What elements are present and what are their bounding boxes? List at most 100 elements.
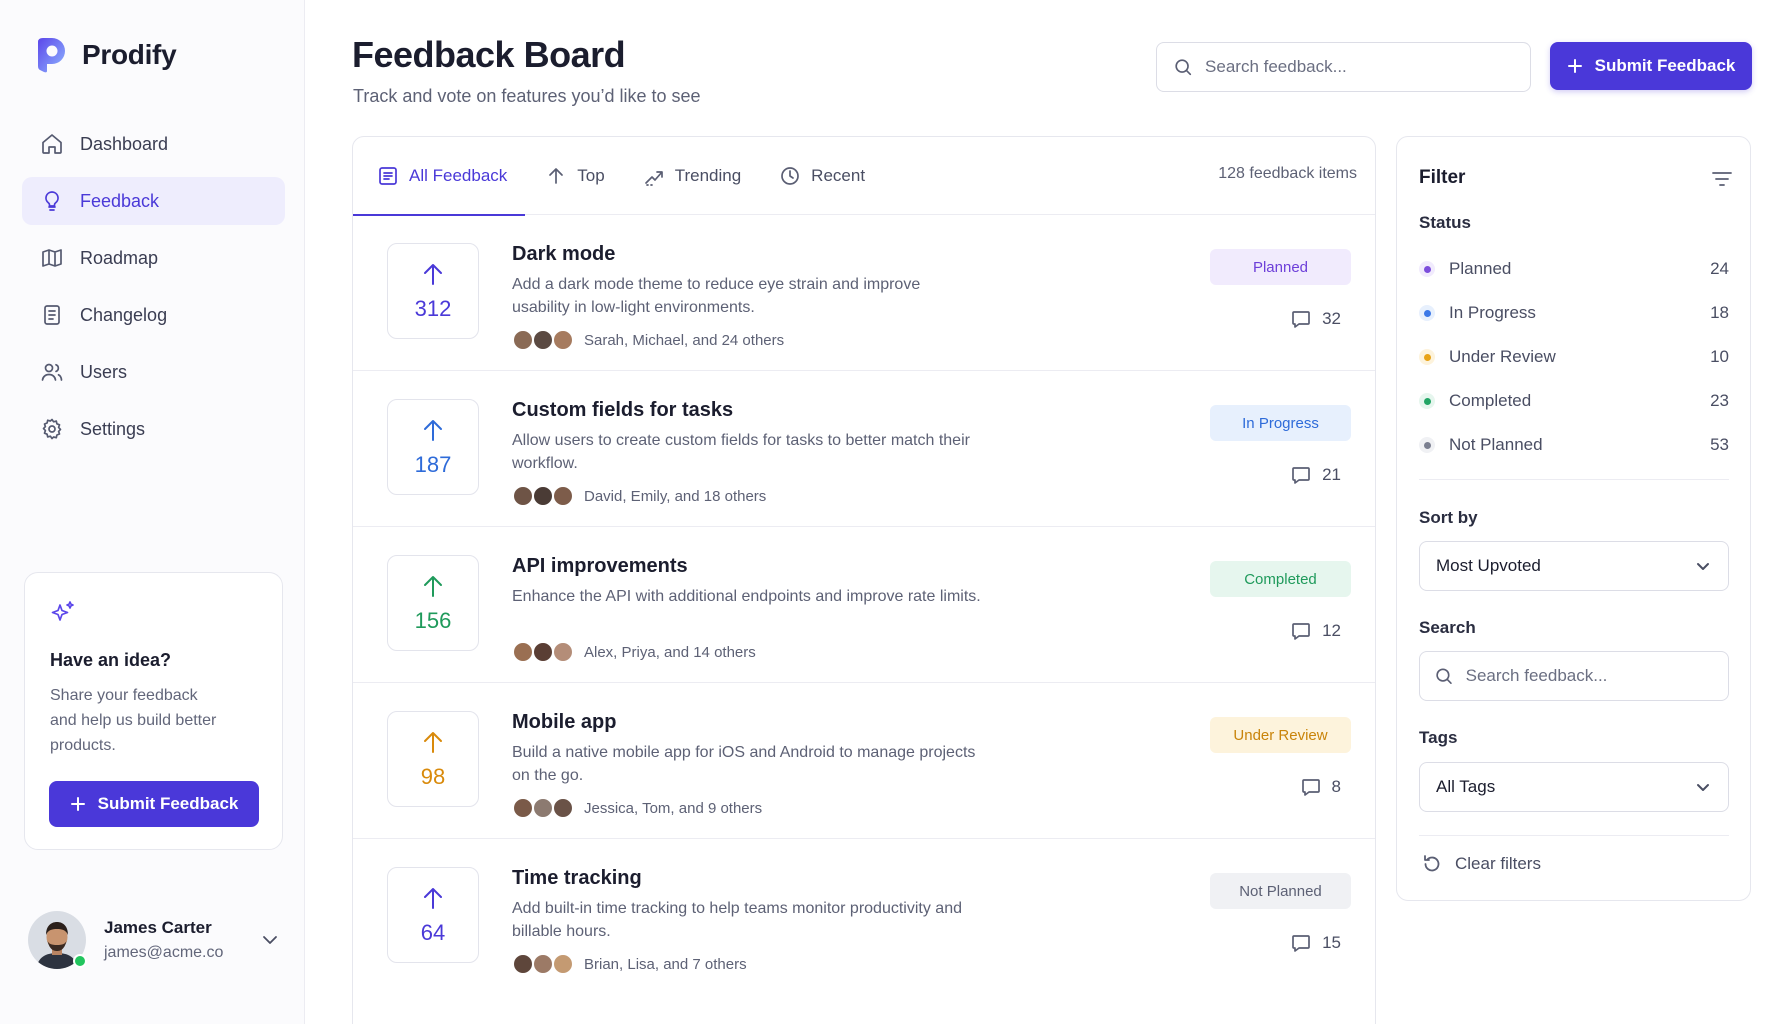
sidebar-submit-feedback-button[interactable]: Submit Feedback — [49, 781, 259, 827]
sidebar-item-feedback[interactable]: Feedback — [22, 177, 285, 225]
idea-text: Share your feedback and help us build be… — [50, 687, 217, 754]
arrow-up-icon — [424, 732, 442, 753]
voter-avatar — [552, 797, 574, 819]
feedback-row[interactable]: 98 Mobile app Build a native mobile app … — [353, 683, 1375, 839]
plus-icon — [70, 797, 85, 811]
comment-icon — [1292, 467, 1310, 484]
feedback-title[interactable]: API improvements — [512, 555, 688, 578]
status-filter-completed[interactable]: Completed 23 — [1419, 379, 1729, 423]
comment-count[interactable]: 15 — [1290, 932, 1341, 954]
user-name: James Carter — [104, 918, 212, 937]
sidebar-item-changelog[interactable]: Changelog — [22, 291, 285, 339]
feedback-row[interactable]: 187 Custom fields for tasks Allow users … — [353, 371, 1375, 527]
header-search-input[interactable] — [1205, 57, 1530, 77]
status-filter-count: 23 — [1710, 391, 1729, 410]
feedback-tabs: All Feedback Top Trending Recent 128 fee… — [353, 137, 1375, 216]
idea-card: Have an idea? Share your feedback and he… — [24, 572, 283, 850]
feedback-description: Add built-in time tracking to help teams… — [512, 900, 962, 940]
comment-count[interactable]: 32 — [1290, 308, 1341, 330]
button-label: Submit Feedback — [1594, 56, 1736, 75]
chevron-down-icon — [1697, 784, 1709, 791]
voters-text: Jessica, Tom, and 9 others — [584, 799, 763, 817]
comment-count-value: 32 — [1322, 309, 1341, 328]
upvote-button[interactable]: 187 — [387, 399, 479, 495]
status-filter-not-planned[interactable]: Not Planned 53 — [1419, 423, 1729, 467]
status-filter-planned[interactable]: Planned 24 — [1419, 247, 1729, 291]
status-dot — [1419, 261, 1435, 277]
search-icon — [1436, 668, 1452, 684]
comment-icon — [1301, 779, 1320, 796]
sort-select-value: Most Upvoted — [1436, 556, 1541, 575]
sort-select[interactable]: Most Upvoted — [1419, 541, 1729, 591]
idea-title: Have an idea? — [50, 650, 172, 670]
comment-count-value: 15 — [1322, 933, 1341, 952]
comment-count[interactable]: 12 — [1290, 620, 1341, 642]
arrow-up-icon — [424, 420, 442, 441]
filter-search-input[interactable] — [1465, 666, 1728, 686]
status-badge: Completed — [1210, 561, 1351, 597]
tab-label: Recent — [811, 165, 866, 185]
comment-count[interactable]: 21 — [1290, 464, 1341, 486]
voters: David, Emily, and 18 others — [512, 485, 766, 507]
upvote-button[interactable]: 312 — [387, 243, 479, 339]
status-filter-under-review[interactable]: Under Review 10 — [1419, 335, 1729, 379]
sidebar-item-label: Roadmap — [80, 247, 159, 268]
feedback-description: Allow users to create custom fields for … — [512, 432, 970, 472]
vote-count: 156 — [414, 608, 452, 633]
sidebar-item-settings[interactable]: Settings — [22, 405, 285, 453]
header-submit-feedback-button[interactable]: Submit Feedback — [1550, 42, 1752, 90]
sidebar-item-users[interactable]: Users — [22, 348, 285, 396]
feedback-row[interactable]: 64 Time tracking Add built-in time track… — [353, 839, 1375, 995]
tags-select-value: All Tags — [1436, 777, 1496, 796]
tab-label: Top — [577, 165, 605, 185]
status-badge: Planned — [1210, 249, 1351, 285]
filter-icon[interactable] — [1710, 167, 1734, 191]
status-dot — [1419, 393, 1435, 409]
status-filter-in-progress[interactable]: In Progress 18 — [1419, 291, 1729, 335]
upvote-button[interactable]: 98 — [387, 711, 479, 807]
tab-recent[interactable]: Recent — [779, 137, 865, 215]
feedback-row[interactable]: 312 Dark mode Add a dark mode theme to r… — [353, 215, 1375, 371]
sidebar-item-dashboard[interactable]: Dashboard — [22, 120, 285, 168]
status-badge: Under Review — [1210, 717, 1351, 753]
brand-name: Prodify — [82, 39, 177, 70]
tab-top[interactable]: Top — [545, 137, 605, 215]
feedback-title[interactable]: Dark mode — [512, 243, 615, 266]
chevron-down-icon[interactable] — [260, 930, 280, 950]
upvote-button[interactable]: 64 — [387, 867, 479, 963]
status-dot — [1419, 437, 1435, 453]
tab-label: All Feedback — [409, 165, 508, 185]
status-filter-list: Planned 24 In Progress 18 Under Review 1… — [1419, 247, 1729, 467]
feedback-row[interactable]: 156 API improvements Enhance the API wit… — [353, 527, 1375, 683]
upvote-button[interactable]: 156 — [387, 555, 479, 651]
comment-icon — [1292, 935, 1310, 952]
brand[interactable]: Prodify — [34, 36, 177, 74]
comment-count[interactable]: 8 — [1300, 776, 1341, 798]
sidebar-item-label: Dashboard — [80, 133, 169, 154]
tags-select[interactable]: All Tags — [1419, 762, 1729, 812]
voters-text: David, Emily, and 18 others — [584, 487, 767, 505]
sidebar-item-label: Feedback — [80, 190, 160, 211]
sidebar-item-label: Changelog — [80, 304, 168, 325]
reset-icon — [1424, 855, 1440, 872]
arrow-up-icon — [424, 888, 442, 909]
divider — [1419, 479, 1729, 480]
status-label: Status — [1419, 213, 1471, 232]
feedback-title[interactable]: Mobile app — [512, 711, 616, 734]
status-badge: In Progress — [1210, 405, 1351, 441]
clear-filters-button[interactable]: Clear filters — [1421, 853, 1541, 875]
sort-label: Sort by — [1419, 508, 1478, 527]
sidebar-item-roadmap[interactable]: Roadmap — [22, 234, 285, 282]
voter-avatar — [512, 797, 534, 819]
feedback-count: 128 feedback items — [1218, 165, 1357, 182]
home-icon — [42, 134, 62, 154]
tab-trending[interactable]: Trending — [643, 137, 741, 215]
user-menu[interactable]: James Carter james@acme.co — [28, 910, 280, 970]
button-label: Submit Feedback — [97, 794, 239, 813]
tab-all-feedback[interactable]: All Feedback — [353, 137, 526, 216]
feedback-title[interactable]: Custom fields for tasks — [512, 399, 733, 422]
status-filter-count: 18 — [1710, 303, 1729, 322]
feedback-title[interactable]: Time tracking — [512, 867, 642, 890]
comment-icon — [1292, 311, 1310, 328]
avatar — [28, 911, 87, 969]
